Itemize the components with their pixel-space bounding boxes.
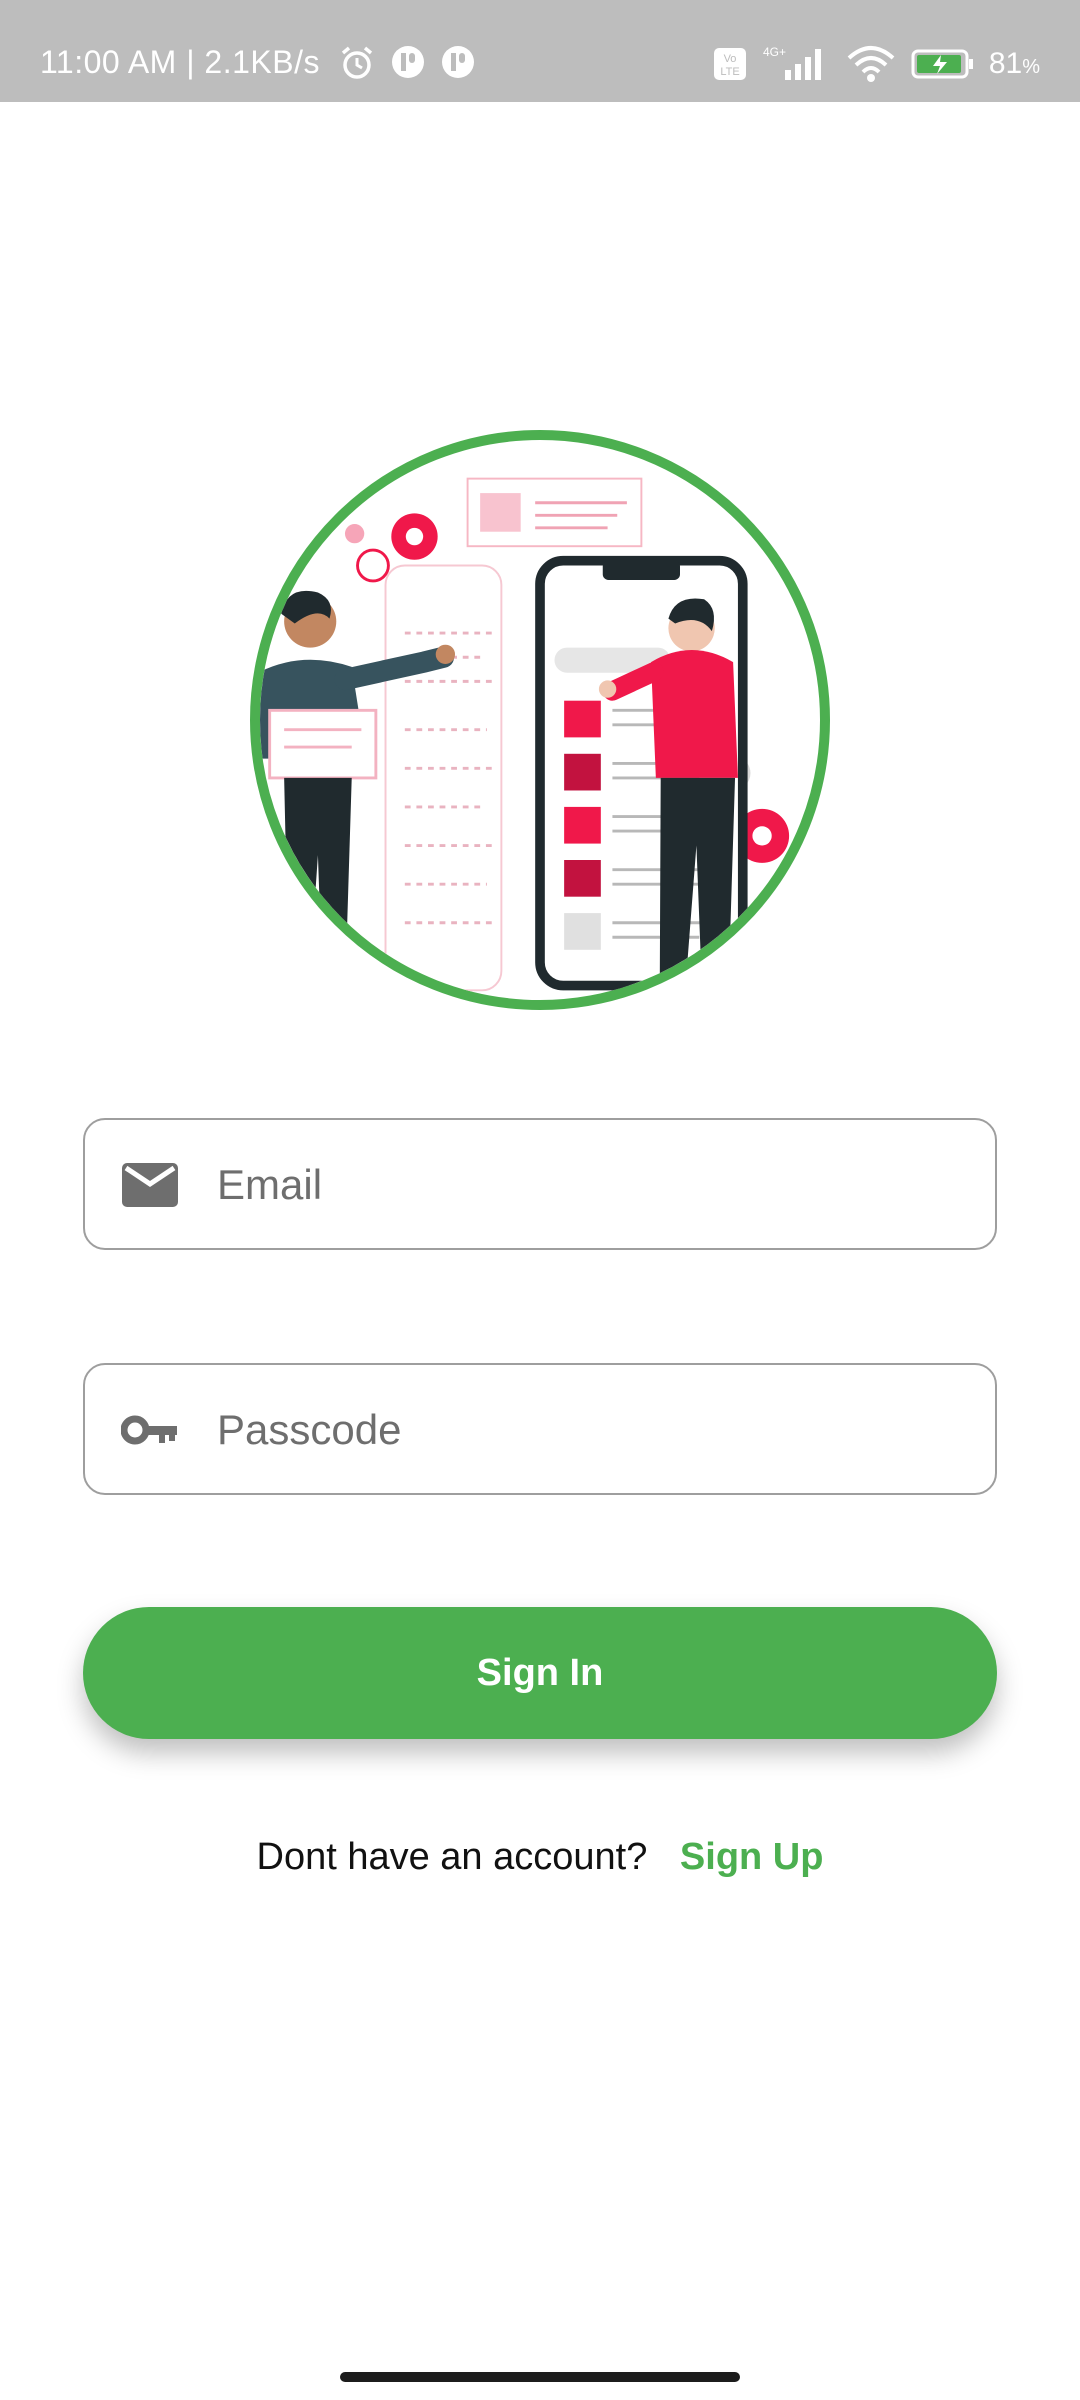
volte-icon: Vo LTE — [713, 48, 746, 80]
passcode-input[interactable] — [215, 1365, 959, 1495]
battery-icon — [911, 49, 973, 79]
svg-text:Vo: Vo — [723, 53, 736, 65]
mail-icon — [122, 1163, 178, 1207]
status-right-icons: Vo LTE 4G+ 81% — [713, 44, 1040, 84]
status-left-icons — [338, 44, 476, 82]
passcode-field[interactable] — [83, 1363, 997, 1495]
battery-percent: 81% — [988, 47, 1040, 80]
status-time: 11:00 AM | 2.1KB/s — [40, 44, 320, 80]
key-icon — [121, 1415, 177, 1445]
hero-illustration — [250, 430, 830, 1010]
app-notification-icon — [392, 46, 424, 78]
svg-text:LTE: LTE — [720, 66, 739, 78]
sign-in-button[interactable]: Sign In — [83, 1607, 997, 1739]
signup-prompt: Dont have an account? Sign Up — [0, 1836, 1080, 1879]
signal-icon: 4G+ — [763, 45, 821, 80]
email-input[interactable] — [215, 1120, 959, 1250]
team-building-app-illustration — [260, 477, 790, 996]
wifi-icon — [847, 46, 895, 82]
no-account-text: Dont have an account? — [256, 1836, 648, 1878]
status-bar: 11:00 AM | 2.1KB/s Vo LTE 4G+ 81% — [0, 0, 1080, 102]
sign-up-link[interactable]: Sign Up — [680, 1836, 824, 1878]
home-indicator[interactable] — [340, 2372, 740, 2382]
app-notification-icon-2 — [442, 46, 474, 78]
alarm-icon — [341, 46, 373, 79]
email-field[interactable] — [83, 1118, 997, 1250]
network-type-label: 4G+ — [763, 45, 786, 59]
